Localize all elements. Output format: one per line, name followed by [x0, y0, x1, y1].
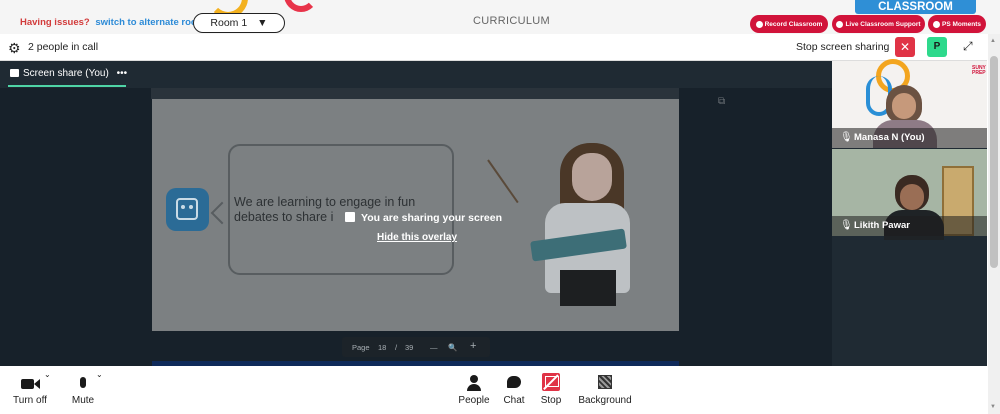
moments-icon: [932, 20, 940, 28]
participant-face: [900, 184, 924, 210]
record-classroom-label: Record Classroom: [764, 20, 823, 28]
screen-share-tab[interactable]: Screen share (You) •••: [10, 68, 127, 79]
scroll-down-arrow-icon[interactable]: ▼: [990, 404, 996, 410]
participant-name: Likith Pawar: [854, 220, 910, 231]
active-tab-indicator: [8, 85, 126, 87]
record-icon: [755, 20, 763, 28]
camera-options-chevron-icon[interactable]: ⌄: [44, 370, 51, 379]
live-support-button[interactable]: Live Classroom Support: [832, 15, 925, 33]
robot-eye: [181, 205, 185, 209]
people-button[interactable]: People: [456, 375, 492, 406]
sharing-notice: You are sharing your screen: [345, 212, 502, 224]
participant-name-bar: 🎙 Manasa N (You): [832, 128, 987, 148]
alternate-room-link[interactable]: switch to alternate room: [95, 17, 205, 28]
stop-label: Stop: [540, 395, 562, 406]
people-label: People: [458, 395, 490, 406]
mute-label: Mute: [71, 395, 95, 406]
upload-icon: [345, 212, 355, 222]
background-icon: [575, 375, 635, 391]
screen-share-tab-label: Screen share (You): [23, 68, 109, 79]
participant-face: [892, 93, 916, 119]
zoom-in-button[interactable]: +: [470, 340, 476, 352]
issues-question: Having issues?: [20, 17, 90, 28]
call-header: ⚙ 2 people in call Stop screen sharing ✕…: [0, 34, 987, 61]
people-icon: [456, 375, 492, 391]
gear-icon[interactable]: ⚙: [8, 40, 21, 57]
hide-overlay-link[interactable]: Hide this overlay: [377, 232, 457, 243]
room-label: Room 1: [210, 17, 248, 29]
scroll-up-arrow-icon[interactable]: ▲: [990, 38, 996, 44]
participant-name: Manasa N (You): [854, 132, 925, 143]
page-label: Page: [352, 343, 370, 352]
teacher-skirt: [560, 270, 616, 306]
issues-notice: Having issues? switch to alternate room: [20, 17, 205, 28]
camera-button[interactable]: Turn off: [12, 375, 48, 406]
participant-badge[interactable]: P: [927, 37, 947, 57]
microphone-icon: [68, 375, 98, 391]
teacher-face: [572, 153, 612, 201]
fullscreen-icon[interactable]: ⤢: [963, 39, 973, 54]
chat-button[interactable]: Chat: [500, 375, 528, 406]
room-select[interactable]: Room 1 ▼: [193, 13, 285, 33]
participant-name-bar: 🎙 Likith Pawar: [832, 216, 987, 236]
record-classroom-button[interactable]: Record Classroom: [750, 15, 828, 33]
mic-options-chevron-icon[interactable]: ⌄: [96, 370, 103, 379]
caret-down-icon: ▼: [257, 17, 268, 29]
screen-share-icon: [10, 69, 19, 77]
ps-moments-button[interactable]: PS Moments: [928, 15, 986, 33]
control-bar: [0, 366, 987, 414]
zoom-icon[interactable]: 🔍: [448, 343, 457, 352]
robot-eye: [189, 205, 193, 209]
page-total: 39: [405, 343, 414, 352]
chat-label: Chat: [503, 395, 525, 406]
zoom-out-button[interactable]: —: [430, 343, 438, 352]
background-button[interactable]: Background: [575, 375, 635, 406]
camera-icon: [12, 375, 48, 391]
mic-icon: 🎙: [840, 220, 853, 231]
mute-button[interactable]: Mute: [68, 375, 98, 406]
robot-face: [176, 198, 198, 220]
slide-frame: [151, 88, 679, 99]
stop-share-button[interactable]: Stop: [537, 373, 565, 406]
page-separator: /: [395, 343, 398, 352]
mic-icon: 🎙: [840, 132, 853, 143]
people-count: 2 people in call: [28, 41, 99, 53]
brand-logo: SUNY PREP: [972, 65, 986, 76]
more-options-icon[interactable]: •••: [117, 68, 128, 79]
sharing-notice-text: You are sharing your screen: [361, 212, 503, 224]
page-current[interactable]: 18: [378, 343, 386, 352]
stop-screen-sharing-label[interactable]: Stop screen sharing: [796, 41, 889, 53]
chat-icon: [500, 375, 528, 391]
scrollbar-thumb[interactable]: [990, 56, 998, 268]
popout-icon[interactable]: ⧉: [718, 96, 725, 107]
background-label: Background: [578, 395, 632, 406]
stop-sharing-button[interactable]: ✕: [895, 37, 915, 57]
slide-pager: Page 18 / 39 — 🔍 +: [342, 337, 490, 357]
stop-share-icon: [537, 373, 565, 391]
meeting-window: Having issues? switch to alternate room …: [0, 0, 1000, 414]
curriculum-tab[interactable]: CURRICULUM: [473, 15, 550, 27]
ps-moments-label: PS Moments: [941, 20, 981, 28]
live-support-label: Live Classroom Support: [845, 20, 921, 28]
classroom-tab[interactable]: CLASSROOM: [855, 0, 976, 14]
support-icon: [836, 20, 844, 28]
camera-label: Turn off: [13, 395, 47, 406]
